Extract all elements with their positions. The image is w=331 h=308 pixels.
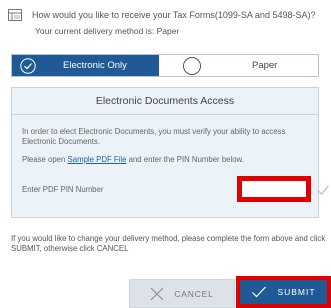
open-pdf-instructions: Please open Sample PDF File and enter th… (22, 155, 308, 165)
paper-label: Paper (252, 60, 278, 71)
radio-unchecked-icon (183, 57, 201, 75)
cancel-button[interactable]: CANCEL (129, 279, 235, 308)
electronic-documents-panel: Electronic Documents Access In order to … (11, 87, 329, 218)
pin-label: Enter PDF PIN Number (22, 185, 104, 194)
check-icon (251, 285, 267, 299)
delivery-method-toggle: Electronic Only Paper (11, 54, 319, 77)
panel-body: In order to elect Electronic Documents, … (12, 127, 329, 203)
checkmark-icon (316, 183, 330, 197)
sample-pdf-link[interactable]: Sample PDF File (68, 155, 127, 164)
panel-title: Electronic Documents Access (12, 88, 318, 115)
check-circle-icon (20, 58, 36, 74)
paper-option[interactable]: Paper (159, 55, 318, 76)
current-delivery-method: Your current delivery method is: Paper (35, 26, 180, 36)
pin-row: Enter PDF PIN Number (22, 173, 329, 203)
footer-instructions: If you would like to change your deliver… (11, 234, 326, 253)
submit-label: SUBMIT (277, 287, 316, 297)
electronic-only-label: Electronic Only (63, 60, 127, 71)
question-text: How would you like to receive your Tax F… (32, 10, 316, 20)
verify-instructions: In order to elect Electronic Documents, … (22, 127, 286, 146)
open-pdf-prefix: Please open (22, 155, 68, 164)
form-icon (8, 9, 22, 21)
open-pdf-suffix: and enter the PIN Number below. (126, 155, 244, 164)
electronic-only-option[interactable]: Electronic Only (12, 55, 159, 76)
pdf-pin-input[interactable] (237, 176, 311, 202)
cancel-label: CANCEL (174, 288, 214, 299)
close-icon (150, 287, 164, 301)
submit-button[interactable]: SUBMIT (236, 276, 331, 308)
delivery-question: How would you like to receive your Tax F… (8, 6, 328, 24)
